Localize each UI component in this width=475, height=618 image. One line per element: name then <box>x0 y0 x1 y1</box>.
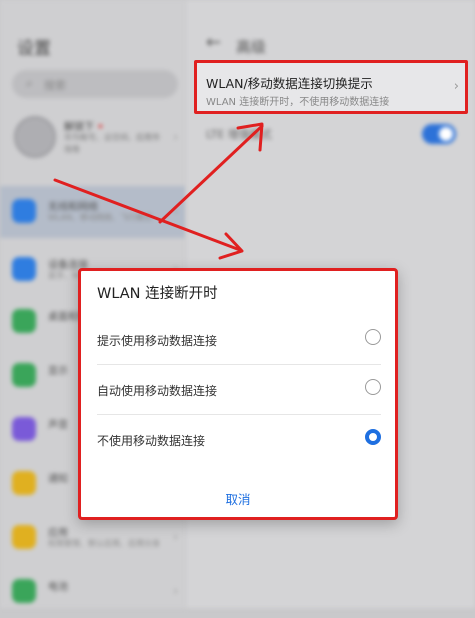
option-label: 自动使用移动数据连接 <box>97 384 218 398</box>
dialog-title: WLAN 连接断开时 <box>97 286 218 302</box>
arrow-line-to-dialog <box>53 178 242 252</box>
wlan-disconnect-dialog: WLAN 连接断开时 提示使用移动数据连接 自动使用移动数据连接 不使用移动数据… <box>78 268 398 520</box>
option-auto-mobile-data[interactable]: 自动使用移动数据连接 <box>97 365 381 415</box>
option-prompt-mobile-data[interactable]: 提示使用移动数据连接 <box>97 315 381 365</box>
option-label: 提示使用移动数据连接 <box>97 334 218 348</box>
arrow-line-to-row <box>158 124 264 224</box>
option-label: 不使用移动数据连接 <box>97 434 206 448</box>
option-no-mobile-data[interactable]: 不使用移动数据连接 <box>97 415 381 465</box>
radio-button[interactable] <box>365 329 381 345</box>
radio-button-selected[interactable] <box>365 429 381 445</box>
cancel-button[interactable]: 取消 <box>81 489 395 508</box>
radio-button[interactable] <box>365 379 381 395</box>
